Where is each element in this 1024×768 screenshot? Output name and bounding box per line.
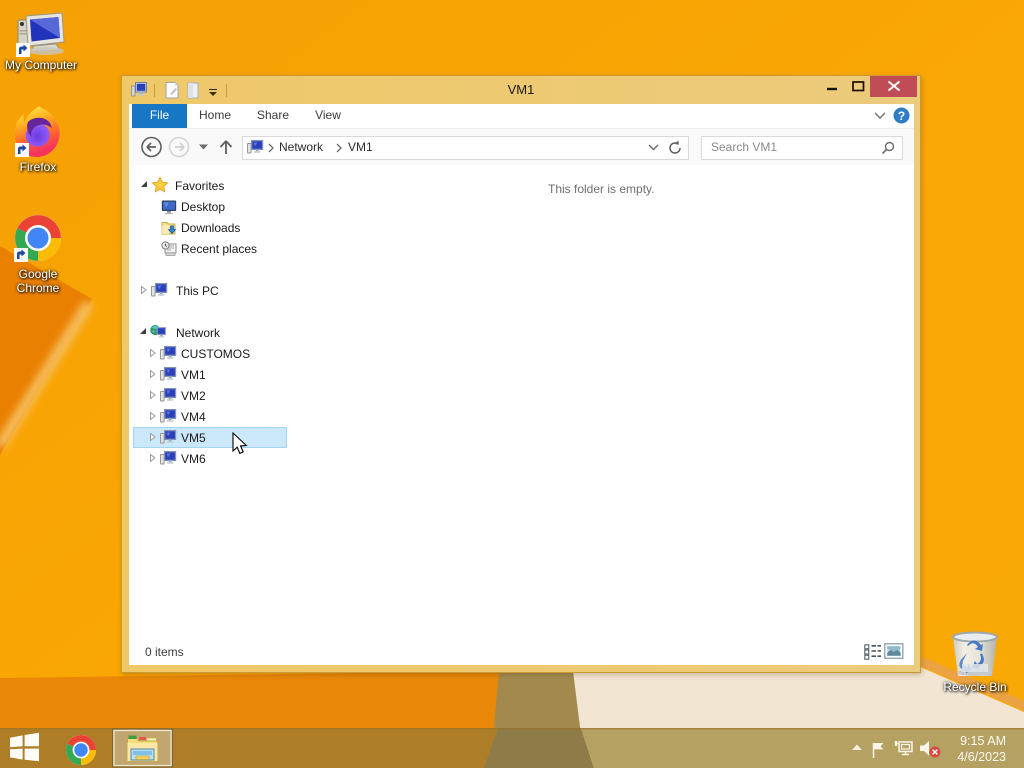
svg-text:?: ? (898, 109, 905, 123)
